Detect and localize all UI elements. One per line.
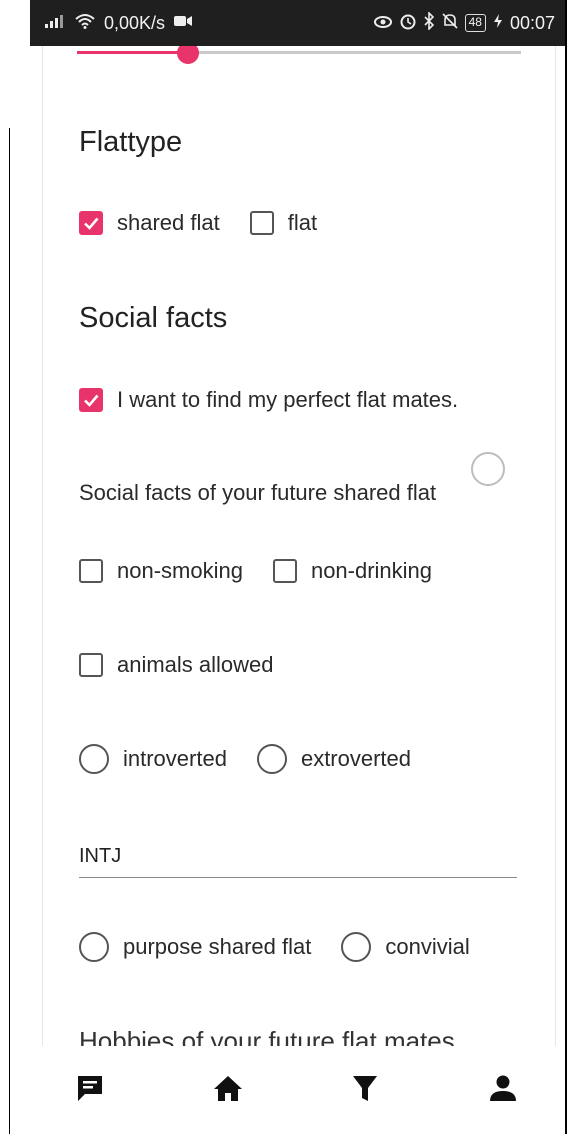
mbti-input[interactable]: INTJ (79, 840, 517, 878)
filter-form: Flattype shared flat flat Social facts I… (42, 46, 556, 1046)
chat-icon (75, 1073, 105, 1108)
slider-fill (77, 51, 188, 54)
checkbox-unchecked-icon[interactable] (249, 211, 274, 235)
checkbox-non-drinking[interactable]: non-drinking (272, 558, 433, 584)
eye-comfort-icon (373, 13, 393, 33)
checkbox-label: non-drinking (310, 558, 433, 583)
checkbox-animals-allowed[interactable]: animals allowed (79, 652, 274, 678)
touch-ripple (471, 452, 505, 486)
habit-options: non-smoking non-drinking (79, 558, 462, 584)
battery-indicator: 48 (464, 14, 486, 32)
radio-label: purpose shared flat (123, 934, 312, 959)
radio-convivial[interactable]: convivial (341, 932, 470, 962)
checkbox-checked-icon[interactable] (79, 388, 103, 412)
find-mates-option: I want to find my perfect flat mates. (79, 387, 488, 413)
checkbox-unchecked-icon[interactable] (272, 559, 297, 583)
radio-unselected-icon[interactable] (256, 744, 287, 774)
slider-thumb[interactable] (177, 46, 199, 64)
home-icon (212, 1073, 244, 1108)
checkbox-label: flat (287, 210, 318, 235)
nav-chat-button[interactable] (70, 1070, 110, 1110)
social-facts-subtitle: Social facts of your future shared flat (79, 480, 437, 505)
radio-extroverted[interactable]: extroverted (256, 744, 412, 774)
radio-unselected-icon[interactable] (341, 932, 372, 962)
frame-left (0, 128, 10, 1134)
radio-unselected-icon[interactable] (79, 744, 109, 774)
flattype-options: shared flat flat (79, 210, 347, 236)
status-bar: 0,00K/s 48 00:07 (30, 0, 565, 46)
section-title-flattype: Flattype (79, 126, 183, 158)
signal-icon (44, 13, 66, 33)
bottom-navigation (30, 1046, 565, 1134)
video-recording-icon (173, 14, 193, 32)
animals-option: animals allowed (79, 652, 304, 678)
hobbies-heading: Hobbies of your future flat mates (79, 1026, 455, 1046)
person-icon (488, 1073, 518, 1108)
nav-filter-button[interactable] (345, 1070, 385, 1110)
checkbox-unchecked-icon[interactable] (79, 559, 103, 583)
checkbox-flat[interactable]: flat (249, 210, 318, 236)
checkbox-unchecked-icon[interactable] (79, 653, 103, 677)
checkbox-label: shared flat (117, 210, 220, 235)
nav-home-button[interactable] (208, 1070, 248, 1110)
range-slider[interactable] (77, 46, 521, 64)
network-speed: 0,00K/s (104, 12, 166, 33)
checkbox-label: I want to find my perfect flat mates. (117, 387, 459, 412)
charging-icon (492, 13, 504, 33)
clock: 00:07 (509, 12, 555, 33)
checkbox-shared-flat[interactable]: shared flat (79, 210, 220, 236)
filter-icon (351, 1073, 379, 1108)
radio-purpose-shared-flat[interactable]: purpose shared flat (79, 932, 311, 962)
section-title-social-facts: Social facts (79, 302, 228, 334)
checkbox-label: non-smoking (117, 558, 243, 583)
radio-label: introverted (123, 746, 227, 771)
checkbox-label: animals allowed (117, 652, 274, 677)
radio-label: extroverted (300, 746, 412, 771)
checkbox-checked-icon[interactable] (79, 211, 103, 235)
wifi-icon (74, 13, 96, 33)
nav-profile-button[interactable] (483, 1070, 523, 1110)
alarm-icon (399, 12, 417, 34)
radio-introverted[interactable]: introverted (79, 744, 227, 774)
mute-icon (441, 12, 459, 34)
checkbox-non-smoking[interactable]: non-smoking (79, 558, 243, 584)
flat-type-options: purpose shared flat convivial (79, 932, 500, 962)
bluetooth-icon (423, 11, 435, 34)
checkbox-find-flat-mates[interactable]: I want to find my perfect flat mates. (79, 387, 458, 413)
radio-label: convivial (385, 934, 470, 959)
radio-unselected-icon[interactable] (79, 932, 109, 962)
personality-options: introverted extroverted (79, 744, 441, 774)
